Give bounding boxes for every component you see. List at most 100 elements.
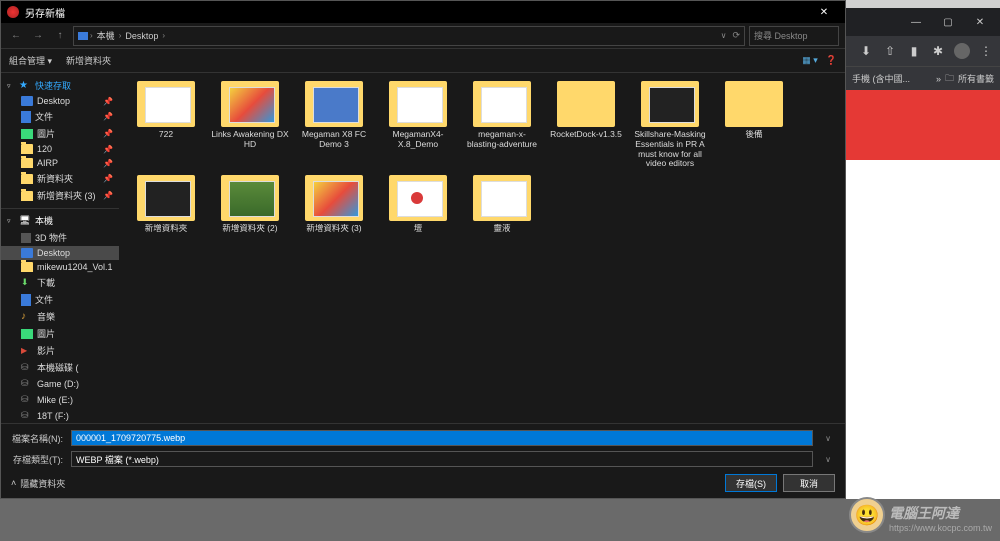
menu-icon[interactable]: ⋮ <box>978 43 994 59</box>
sidebar-item[interactable]: 本機磁碟 ( <box>1 359 119 376</box>
close-button[interactable]: ✕ <box>966 12 994 32</box>
sidebar-item[interactable]: 圖片 <box>1 325 119 342</box>
sidebar-item[interactable]: 新增資料夾 (3)📌 <box>1 187 119 204</box>
forward-button[interactable]: → <box>29 27 47 45</box>
pin-icon: 📌 <box>103 191 113 200</box>
folder-item[interactable]: Links Awakening DX HD <box>209 81 291 169</box>
folder-icon <box>21 144 33 154</box>
dropdown-icon[interactable]: ∨ <box>721 31 727 40</box>
organize-menu[interactable]: 組合管理 ▾ <box>9 54 52 67</box>
folder-icon <box>21 129 33 139</box>
folder-icon <box>221 81 279 127</box>
sidebar-item[interactable]: Game (D:) <box>1 376 119 392</box>
drive-icon <box>21 233 31 243</box>
sidebar-item[interactable]: Mike (E:) <box>1 392 119 408</box>
chevron-right-icon: › <box>90 31 93 40</box>
puzzle-icon[interactable]: ✱ <box>930 43 946 59</box>
breadcrumb[interactable]: › 本機 › Desktop › ∨ ⟳ <box>73 26 745 46</box>
browser-titlebar <box>846 0 1000 8</box>
folder-icon <box>473 175 531 221</box>
up-button[interactable]: ↑ <box>51 27 69 45</box>
folder-label: 722 <box>157 130 175 140</box>
folder-label: 新增資料夾 <box>143 224 190 234</box>
folder-item[interactable]: 722 <box>125 81 207 169</box>
drive-icon <box>21 345 33 357</box>
folder-item[interactable]: 新增資料夾 (2) <box>209 175 291 234</box>
new-folder-button[interactable]: 新增資料夾 <box>66 54 111 67</box>
sidebar-item[interactable]: 圖片📌 <box>1 125 119 142</box>
hide-folders-toggle[interactable]: ˄隱藏資料夾 <box>11 477 65 490</box>
breadcrumb-segment[interactable]: 本機 <box>95 29 117 42</box>
folder-icon <box>389 175 447 221</box>
view-mode-button[interactable]: ▦ ▾ <box>802 55 818 66</box>
folder-item[interactable]: Megaman X8 FC Demo 3 <box>293 81 375 169</box>
save-as-dialog: 另存新檔 ✕ ← → ↑ › 本機 › Desktop › ∨ ⟳ 搜尋 Des… <box>0 0 846 499</box>
folder-item[interactable]: 新增資料夾 <box>125 175 207 234</box>
folder-item[interactable]: Skillshare-Masking Essentials in PR A mu… <box>629 81 711 169</box>
sidebar-item[interactable]: AIRP📌 <box>1 156 119 170</box>
pc-icon <box>78 32 88 40</box>
dropdown-icon[interactable]: ∨ <box>821 434 835 443</box>
sidebar: ▿快速存取 Desktop📌文件📌圖片📌120📌AIRP📌新資料夾📌新增資料夾 … <box>1 73 119 423</box>
sidebar-quick-access[interactable]: ▿快速存取 <box>1 77 119 94</box>
bookmark-bar: 手機 (含中國... » 🗀 所有書籤 <box>846 66 1000 90</box>
bookmark-all[interactable]: 所有書籤 <box>958 72 994 85</box>
folder-icon <box>305 81 363 127</box>
star-icon <box>19 80 31 92</box>
minimize-button[interactable]: — <box>902 12 930 32</box>
sidebar-item[interactable]: 3D 物件 <box>1 229 119 246</box>
watermark-url: https://www.kocpc.com.tw <box>889 523 992 533</box>
sidebar-item[interactable]: 新資料夾📌 <box>1 170 119 187</box>
pin-icon: 📌 <box>103 145 113 154</box>
folder-item[interactable]: MegamanX4-X.8_Demo <box>377 81 459 169</box>
drive-icon <box>21 329 33 339</box>
chevron-right-icon[interactable]: » <box>936 74 941 84</box>
refresh-icon[interactable]: ⟳ <box>732 30 740 41</box>
extension-icon[interactable]: ▮ <box>906 43 922 59</box>
folder-icon: 🗀 <box>945 71 954 87</box>
sidebar-item[interactable]: Desktop <box>1 246 119 260</box>
folder-icon <box>21 96 33 106</box>
folder-item[interactable]: 後備 <box>713 81 795 169</box>
sidebar-item[interactable]: Desktop📌 <box>1 94 119 108</box>
folder-icon <box>305 175 363 221</box>
sidebar-item[interactable]: 音樂 <box>1 308 119 325</box>
folder-item[interactable]: megaman-x-blasting-adventure <box>461 81 543 169</box>
sidebar-item[interactable]: 影片 <box>1 342 119 359</box>
upload-icon[interactable]: ⇧ <box>882 43 898 59</box>
profile-avatar[interactable] <box>954 43 970 59</box>
maximize-button[interactable]: ▢ <box>934 12 962 32</box>
sidebar-item[interactable]: 120📌 <box>1 142 119 156</box>
folder-item[interactable]: 新增資料夾 (3) <box>293 175 375 234</box>
dialog-bottom: 檔案名稱(N): 000001_1709720775.webp ∨ 存檔類型(T… <box>1 423 845 498</box>
dialog-nav-row: ← → ↑ › 本機 › Desktop › ∨ ⟳ 搜尋 Desktop <box>1 23 845 49</box>
sidebar-item[interactable]: mikewu1204_Vol.1 <box>1 260 119 274</box>
search-input[interactable]: 搜尋 Desktop <box>749 26 839 46</box>
help-icon[interactable]: ❓ <box>826 55 837 66</box>
bookmark-item[interactable]: 手機 (含中國... <box>852 72 910 85</box>
back-button[interactable]: ← <box>7 27 25 45</box>
sidebar-item[interactable]: 文件📌 <box>1 108 119 125</box>
folder-icon <box>21 111 31 123</box>
folder-icon <box>21 174 33 184</box>
folder-label: MegamanX4-X.8_Demo <box>377 130 459 150</box>
folder-icon <box>725 81 783 127</box>
dropdown-icon[interactable]: ∨ <box>821 455 835 464</box>
folder-item[interactable]: 壇 <box>377 175 459 234</box>
save-button[interactable]: 存檔(S) <box>725 474 777 492</box>
dialog-toolbar: 組合管理 ▾ 新增資料夾 ▦ ▾ ❓ <box>1 49 845 73</box>
download-icon[interactable]: ⬇ <box>858 43 874 59</box>
folder-item[interactable]: 靈液 <box>461 175 543 234</box>
folder-item[interactable]: RocketDock-v1.3.5 <box>545 81 627 169</box>
sidebar-item[interactable]: 下載 <box>1 274 119 291</box>
filename-input[interactable]: 000001_1709720775.webp <box>71 430 813 446</box>
filetype-select[interactable]: WEBP 檔案 (*.webp) <box>71 451 813 467</box>
watermark-title: 電腦王阿達 <box>889 503 959 523</box>
breadcrumb-segment[interactable]: Desktop <box>123 31 160 41</box>
page-body <box>846 160 1000 541</box>
cancel-button[interactable]: 取消 <box>783 474 835 492</box>
dialog-close-button[interactable]: ✕ <box>809 7 839 18</box>
sidebar-item[interactable]: 18T (F:) <box>1 408 119 423</box>
sidebar-item[interactable]: 文件 <box>1 291 119 308</box>
sidebar-this-pc[interactable]: ▿本機 <box>1 212 119 229</box>
